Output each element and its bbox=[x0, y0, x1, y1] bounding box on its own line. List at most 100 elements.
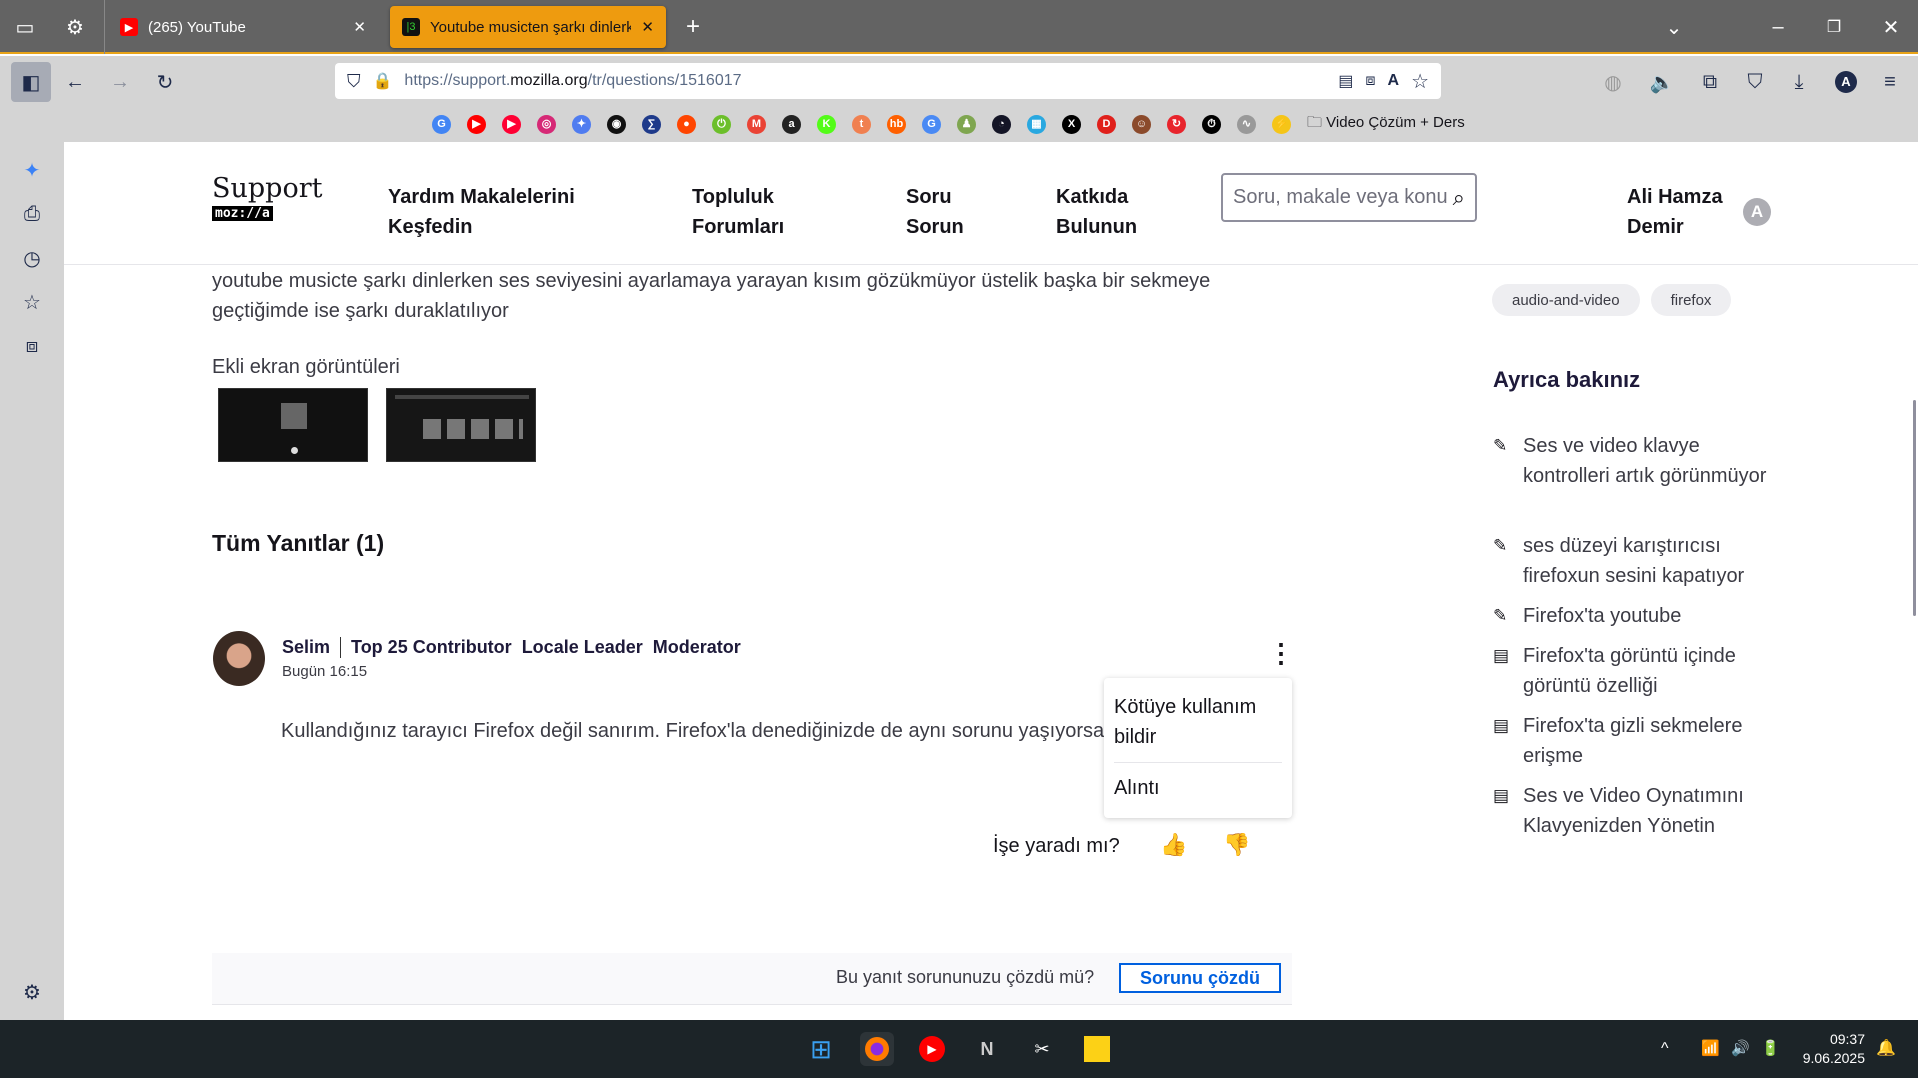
clock[interactable]: 09:37 9.06.2025 bbox=[1795, 1030, 1865, 1068]
forward-icon[interactable]: → bbox=[102, 64, 138, 100]
bookmark-youtube-icon[interactable]: ▶ bbox=[467, 115, 486, 134]
bookmark-d-app-icon[interactable]: D bbox=[1097, 115, 1116, 134]
bookmark-gmail-icon[interactable]: M bbox=[747, 115, 766, 134]
new-tab-icon[interactable]: + bbox=[675, 9, 711, 45]
bookmark-gemini-icon[interactable]: ✦ bbox=[572, 115, 591, 134]
start-icon[interactable]: ⊞ bbox=[804, 1032, 838, 1066]
thumbs-up-icon[interactable]: 👍 bbox=[1160, 832, 1187, 858]
related-link[interactable]: ✎ Ses ve video klavye kontrolleri artık g… bbox=[1493, 431, 1773, 491]
synced-tabs-icon[interactable]: ⎙ bbox=[14, 196, 50, 232]
pip-icon[interactable]: ⧈ bbox=[1365, 72, 1375, 90]
sidebar-settings-icon[interactable]: ⚙ bbox=[14, 974, 50, 1010]
reader-view-icon[interactable]: ▤ bbox=[1338, 71, 1353, 91]
bookmark-folder[interactable]: 🗀 Video Çözüm + Ders bbox=[1307, 112, 1465, 137]
restore-icon[interactable]: ❐ bbox=[1816, 9, 1852, 45]
tab-overview-icon[interactable]: ⧈ bbox=[14, 328, 50, 364]
youtube-music-taskbar-icon[interactable]: ▶ bbox=[915, 1032, 949, 1066]
menu-item-quote[interactable]: Alıntı bbox=[1114, 763, 1282, 803]
snipping-tool-taskbar-icon[interactable]: ✂ bbox=[1025, 1032, 1059, 1066]
solved-button[interactable]: Sorunu çözdü bbox=[1119, 963, 1281, 993]
volume-icon[interactable]: 🔊 bbox=[1731, 1039, 1750, 1057]
tag-audio-and-video[interactable]: audio-and-video bbox=[1492, 284, 1640, 316]
search-input[interactable]: Soru, makale veya konu arayın (ö ⌕ bbox=[1221, 173, 1477, 222]
author-avatar[interactable] bbox=[213, 631, 265, 686]
lock-icon[interactable]: 🔒 bbox=[373, 71, 393, 91]
firefox-taskbar-icon[interactable] bbox=[860, 1032, 894, 1066]
battery-icon[interactable]: 🔋 bbox=[1761, 1039, 1780, 1057]
pocket-icon[interactable]: ⛉ bbox=[1737, 64, 1773, 100]
bookmark-grid-app-icon[interactable]: ▦ bbox=[1027, 115, 1046, 134]
wifi-icon[interactable]: 📶 bbox=[1701, 1039, 1720, 1057]
bookmark-chess-icon[interactable]: ♟ bbox=[957, 115, 976, 134]
bookmark-instagram-icon[interactable]: ◎ bbox=[537, 115, 556, 134]
screenshot-thumbnail-2[interactable] bbox=[386, 388, 536, 462]
author-name[interactable]: Selim bbox=[282, 637, 330, 658]
shield-icon[interactable]: ⛉ bbox=[347, 71, 361, 92]
tab-youtube[interactable]: ▶ (265) YouTube ✕ bbox=[108, 6, 378, 48]
sticky-notes-taskbar-icon[interactable] bbox=[1080, 1032, 1114, 1066]
close-tab-icon[interactable]: ✕ bbox=[641, 18, 654, 36]
bookmark-star-icon[interactable]: ☆ bbox=[1411, 69, 1429, 94]
search-icon[interactable]: ⌕ bbox=[1453, 185, 1465, 211]
related-link[interactable]: ▤ Firefox'ta görüntü içinde görüntü özell… bbox=[1493, 641, 1773, 701]
bookmark-youtube-music-icon[interactable]: ▶ bbox=[502, 115, 521, 134]
bookmark-google-icon[interactable]: G bbox=[432, 115, 451, 134]
bookmarks-icon[interactable]: ☆ bbox=[14, 284, 50, 320]
thumbs-down-icon[interactable]: 👎 bbox=[1223, 832, 1250, 858]
related-link[interactable]: ▤ Firefox'ta gizli sekmelere erişme bbox=[1493, 711, 1773, 771]
related-link[interactable]: ✎ Firefox'ta youtube bbox=[1493, 601, 1773, 631]
bookmark-translate-icon[interactable]: G bbox=[922, 115, 941, 134]
url-bar[interactable]: ⛉ 🔒 https://support.mozilla.org/tr/quest… bbox=[335, 63, 1441, 99]
download-icon[interactable]: ⤓ bbox=[1781, 64, 1817, 100]
nav-explore-help[interactable]: Yardım Makalelerini Keşfedin bbox=[388, 182, 575, 242]
history-icon[interactable]: ◷ bbox=[14, 240, 50, 276]
related-link[interactable]: ✎ ses düzeyi karıştırıcısı firefoxun sesi… bbox=[1493, 531, 1773, 591]
tab-support[interactable]: |3 Youtube musicten şarkı dinlerken ✕ bbox=[390, 6, 666, 48]
minimize-icon[interactable]: – bbox=[1760, 9, 1796, 45]
translate-icon[interactable]: A bbox=[1388, 72, 1400, 90]
support-logo[interactable]: Support moz://a bbox=[212, 174, 322, 222]
bookmark-torrent-icon[interactable]: t bbox=[852, 115, 871, 134]
bookmark-chatgpt-icon[interactable]: ◉ bbox=[607, 115, 626, 134]
bookmark-kick-icon[interactable]: K bbox=[817, 115, 836, 134]
bookmark-hepsiburada-icon[interactable]: hb bbox=[887, 115, 906, 134]
tag-firefox[interactable]: firefox bbox=[1650, 284, 1732, 316]
user-avatar[interactable]: A bbox=[1743, 198, 1771, 226]
bookmark-refresh-app-icon[interactable]: ↻ bbox=[1167, 115, 1186, 134]
nav-community-forums[interactable]: Topluluk Forumları bbox=[692, 182, 784, 242]
nav-contribute[interactable]: Katkıda Bulunun bbox=[1056, 182, 1137, 242]
bookmark-timer-icon[interactable]: ⏱ bbox=[1202, 115, 1221, 134]
gear-icon[interactable]: ⚙ bbox=[57, 9, 93, 45]
user-name[interactable]: Ali Hamza Demir bbox=[1627, 182, 1723, 242]
bookmark-power-icon[interactable]: ⏻ bbox=[712, 115, 731, 134]
bookmark-audio-icon[interactable]: ∿ bbox=[1237, 115, 1256, 134]
bookmark-bolt-icon[interactable]: ⚡ bbox=[1272, 115, 1291, 134]
speaker-icon[interactable]: 🔈 bbox=[1644, 64, 1680, 100]
bookmark-reddit-icon[interactable]: ● bbox=[677, 115, 696, 134]
scrollbar[interactable] bbox=[1913, 400, 1916, 616]
back-icon[interactable]: ← bbox=[57, 64, 93, 100]
kebab-menu-icon[interactable]: ⋮ bbox=[1268, 638, 1294, 669]
bookmark-sigma-icon[interactable]: ∑ bbox=[642, 115, 661, 134]
show-hidden-icons[interactable]: ^ bbox=[1661, 1040, 1669, 1058]
screenshot-thumbnail-1[interactable] bbox=[218, 388, 368, 462]
bookmark-speedtest-icon[interactable]: ◔ bbox=[992, 115, 1011, 134]
related-link[interactable]: ▤ Ses ve Video Oynatımını Klavyenizden Yö… bbox=[1493, 781, 1773, 841]
notification-bell-icon[interactable]: 🔔 bbox=[1876, 1038, 1896, 1058]
bookmark-photo-icon[interactable]: ☺ bbox=[1132, 115, 1151, 134]
bookmark-amazon-icon[interactable]: a bbox=[782, 115, 801, 134]
reload-icon[interactable]: ↻ bbox=[147, 64, 183, 100]
menu-item-report-abuse[interactable]: Kötüye kullanım bildir bbox=[1114, 692, 1282, 763]
close-window-icon[interactable]: ✕ bbox=[1873, 9, 1909, 45]
globe-icon[interactable]: ◍ bbox=[1595, 64, 1631, 100]
list-tabs-chevron-icon[interactable]: ⌄ bbox=[1656, 9, 1692, 45]
ai-chat-icon[interactable]: ✦ bbox=[14, 152, 50, 188]
menu-icon[interactable]: ≡ bbox=[1872, 64, 1908, 100]
notion-taskbar-icon[interactable]: N bbox=[970, 1032, 1004, 1066]
account-avatar-icon[interactable]: A bbox=[1835, 71, 1857, 93]
url-text[interactable]: https://support.mozilla.org/tr/questions… bbox=[404, 72, 1326, 90]
nav-ask-question[interactable]: Soru Sorun bbox=[906, 182, 964, 242]
sidebar-toggle-icon[interactable]: ◧ bbox=[11, 62, 51, 102]
firefox-view-icon[interactable]: ▭ bbox=[7, 9, 43, 45]
extensions-icon[interactable]: ⧉ bbox=[1692, 64, 1728, 100]
